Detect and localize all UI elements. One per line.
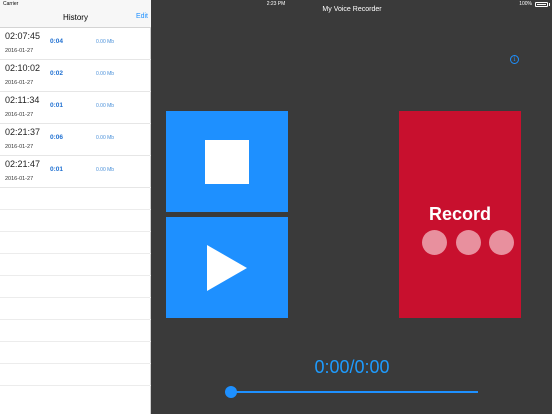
play-button[interactable] — [166, 217, 288, 318]
empty-row — [0, 210, 151, 232]
battery-nub — [548, 3, 550, 6]
empty-row — [0, 254, 151, 276]
empty-row — [0, 188, 151, 210]
recording-duration: 0:01 — [50, 166, 64, 173]
record-dot-icon — [489, 230, 514, 255]
status-bar: Carrier 2:23 PM 100% — [0, 0, 552, 9]
recording-size: 0.00 Mb — [96, 71, 115, 77]
recording-size: 0.00 Mb — [96, 103, 115, 109]
recording-time: 02:21:47 — [5, 159, 41, 169]
empty-row — [0, 342, 151, 364]
recording-size: 0.00 Mb — [96, 135, 115, 141]
history-row[interactable]: 02:10:02 2016-01-27 0:02 0.00 Mb — [0, 60, 151, 92]
recording-duration: 0:04 — [50, 38, 64, 45]
slider-knob[interactable] — [225, 386, 237, 398]
recording-size: 0.00 Mb — [96, 39, 115, 45]
info-icon[interactable]: i — [510, 55, 519, 64]
history-panel: History Edit 02:07:45 2016-01-27 0:04 0.… — [0, 0, 151, 414]
record-label: Record — [428, 204, 491, 224]
record-button[interactable]: Record — [399, 111, 521, 318]
history-row[interactable]: 02:21:47 2016-01-27 0:01 0.00 Mb — [0, 156, 151, 188]
record-dot-icon — [456, 230, 481, 255]
battery-icon — [535, 2, 548, 7]
play-icon — [207, 245, 247, 291]
recorder-panel: My Voice Recorder i Record 0:00/0:00 — [152, 0, 552, 414]
empty-row — [0, 298, 151, 320]
battery-percent: 100% — [519, 1, 532, 7]
recording-duration: 0:01 — [50, 102, 64, 109]
recording-duration: 0:06 — [50, 134, 64, 141]
recording-duration: 0:02 — [50, 70, 64, 77]
recording-time: 02:07:45 — [5, 31, 41, 41]
record-dot-icon — [422, 230, 447, 255]
empty-row — [0, 276, 151, 298]
history-row[interactable]: 02:07:45 2016-01-27 0:04 0.00 Mb — [0, 28, 151, 60]
history-title: History — [63, 13, 88, 22]
edit-button[interactable]: Edit — [136, 13, 148, 20]
empty-row — [0, 232, 151, 254]
playback-slider[interactable] — [225, 386, 478, 398]
playback-timer: 0:00/0:00 — [314, 357, 390, 377]
empty-row — [0, 320, 151, 342]
recording-time: 02:21:37 — [5, 127, 41, 137]
recording-date: 2016-01-27 — [5, 112, 34, 118]
recording-date: 2016-01-27 — [5, 48, 34, 54]
history-list: 02:07:45 2016-01-27 0:04 0.00 Mb 02:10:0… — [0, 28, 151, 386]
empty-row — [0, 364, 151, 386]
recording-date: 2016-01-27 — [5, 144, 34, 150]
recording-size: 0.00 Mb — [96, 167, 115, 173]
clock: 2:23 PM — [266, 1, 286, 7]
stop-icon — [205, 140, 249, 184]
recording-time: 02:11:34 — [5, 95, 40, 105]
stop-button[interactable] — [166, 111, 288, 212]
recording-time: 02:10:02 — [5, 63, 41, 73]
history-row[interactable]: 02:11:34 2016-01-27 0:01 0.00 Mb — [0, 92, 151, 124]
recording-date: 2016-01-27 — [5, 176, 34, 182]
recording-date: 2016-01-27 — [5, 80, 34, 86]
history-row[interactable]: 02:21:37 2016-01-27 0:06 0.00 Mb — [0, 124, 151, 156]
